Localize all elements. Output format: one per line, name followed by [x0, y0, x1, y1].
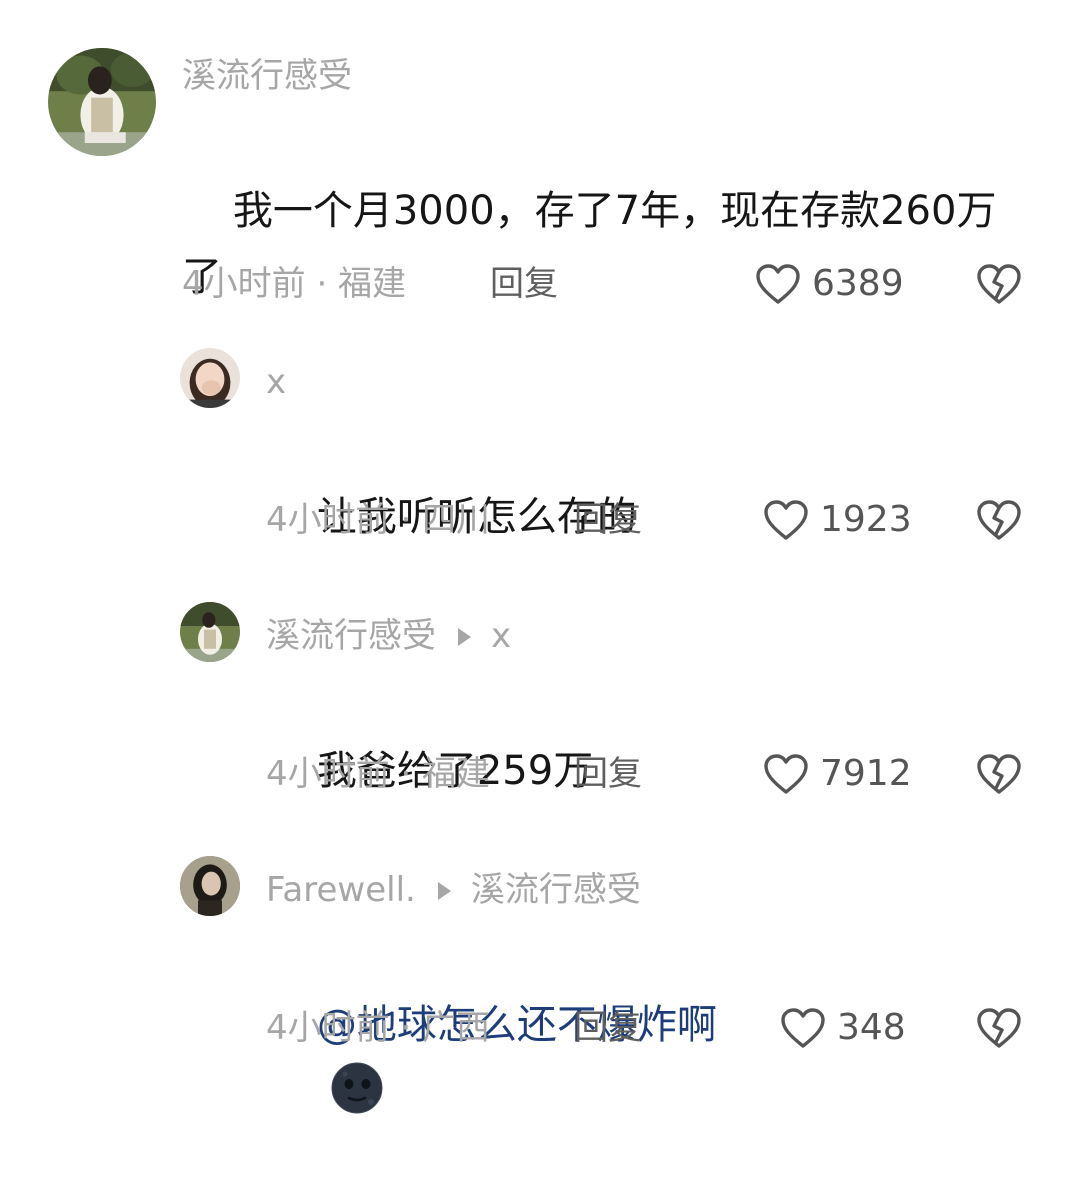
like-count: 6389: [812, 263, 904, 304]
like-button[interactable]: 6389: [754, 260, 904, 308]
like-count: 348: [837, 1007, 906, 1048]
avatar[interactable]: [180, 602, 240, 662]
comment-meta: 4小时前 · 福建: [182, 264, 407, 304]
reply-button[interactable]: 回复: [574, 1008, 642, 1048]
comment-meta: 4小时前 · 四川: [266, 500, 491, 540]
reply-arrow-icon: [437, 882, 451, 900]
comment-author[interactable]: 溪流行感受: [182, 56, 352, 96]
broken-heart-icon[interactable]: [975, 262, 1023, 306]
comment-author-line: 溪流行感受: [182, 56, 352, 96]
heart-icon: [764, 500, 808, 540]
reply-author-line: Farewell. 溪流行感受: [266, 870, 641, 910]
reply-item: x 让我听听怎么存的 4小时前 · 四川 回复 1923: [0, 330, 1080, 580]
heart-icon: [764, 754, 808, 794]
reply-author-line: x: [266, 362, 286, 402]
comment-author[interactable]: x: [266, 362, 286, 402]
comment-item: 溪流行感受 我一个月3000，存了7年，现在存款260万了 4小时前 · 福建 …: [0, 0, 1080, 330]
broken-heart-icon[interactable]: [975, 752, 1023, 796]
avatar-photo-icon: [180, 856, 240, 916]
comment-author[interactable]: Farewell.: [266, 870, 416, 910]
reply-target[interactable]: x: [491, 616, 511, 656]
like-count: 7912: [820, 753, 912, 794]
heart-icon: [756, 264, 800, 304]
comment-meta: 4小时前 · 福建: [266, 754, 491, 794]
reply-item: Farewell. 溪流行感受 @地球怎么还不爆炸啊 4小时前 · 广西 回复 …: [0, 838, 1080, 1114]
reply-arrow-icon: [458, 628, 471, 646]
avatar-photo-icon: [180, 602, 240, 662]
avatar[interactable]: [48, 48, 156, 156]
comment-author[interactable]: 溪流行感受: [266, 616, 436, 656]
reply-author-line: 溪流行感受 x: [266, 616, 511, 656]
comment-text: @地球怎么还不爆炸啊: [266, 926, 1026, 1190]
avatar-photo-icon: [48, 48, 156, 156]
reply-button[interactable]: 回复: [490, 264, 558, 304]
like-count: 1923: [820, 499, 912, 540]
broken-heart-icon[interactable]: [975, 1006, 1023, 1050]
new-moon-face-emoji-icon: [331, 1062, 383, 1114]
reply-target[interactable]: 溪流行感受: [471, 870, 641, 910]
like-button[interactable]: 1923: [762, 496, 912, 544]
like-button[interactable]: 348: [779, 1004, 906, 1052]
avatar[interactable]: [180, 348, 240, 408]
like-button[interactable]: 7912: [762, 750, 912, 798]
comment-meta: 4小时前 · 广西: [266, 1008, 491, 1048]
avatar-photo-icon: [180, 348, 240, 408]
broken-heart-icon[interactable]: [975, 498, 1023, 542]
reply-button[interactable]: 回复: [574, 754, 642, 794]
reply-button[interactable]: 回复: [574, 500, 642, 540]
avatar[interactable]: [180, 856, 240, 916]
heart-icon: [781, 1008, 825, 1048]
reply-item: 溪流行感受 x 我爸给了259万 4小时前 · 福建 回复 7912: [0, 584, 1080, 834]
